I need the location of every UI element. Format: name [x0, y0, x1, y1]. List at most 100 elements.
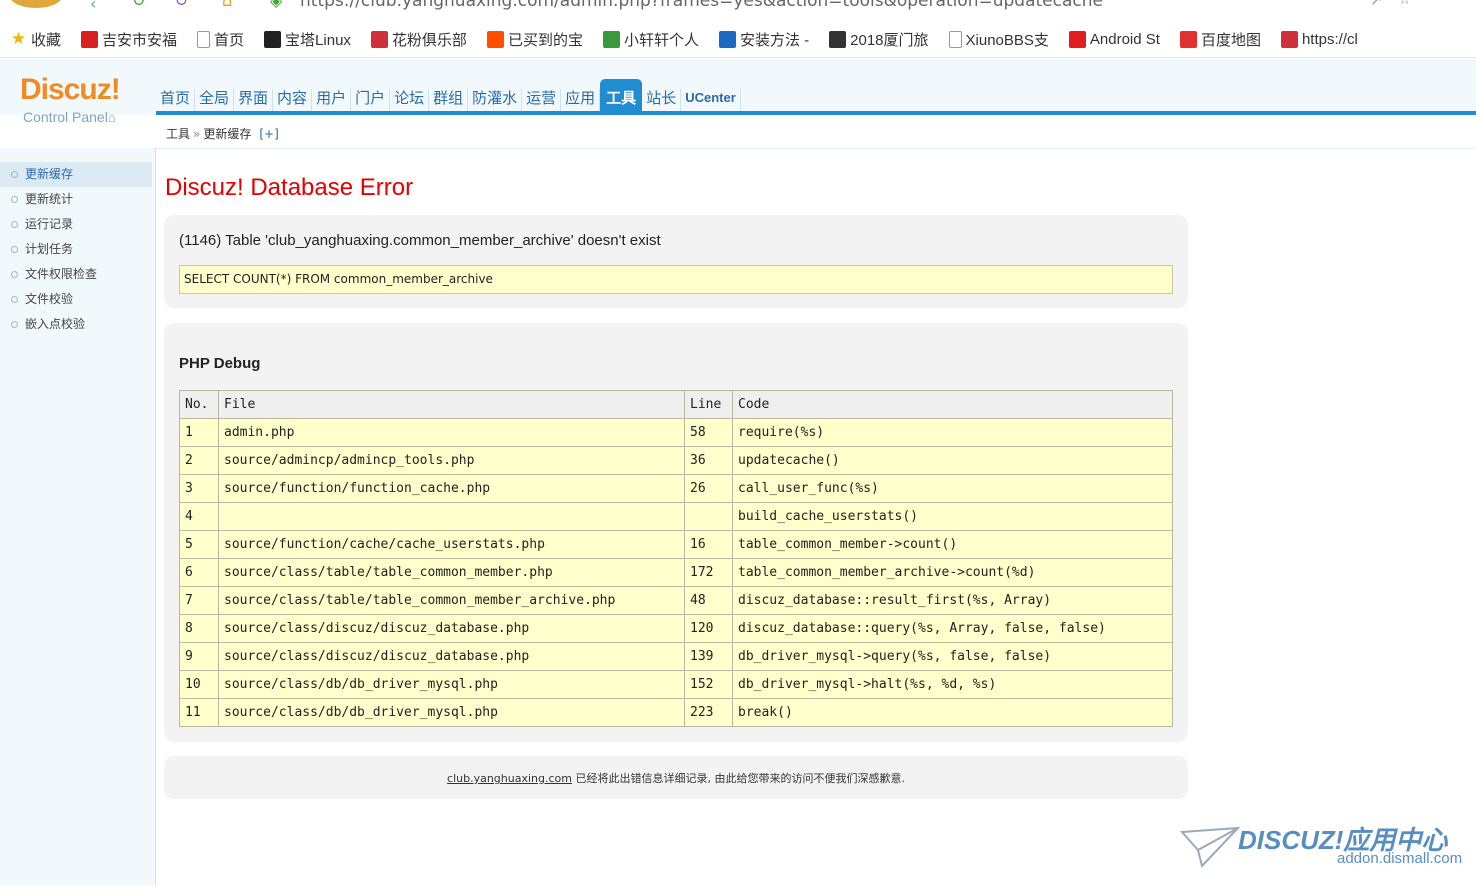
divider — [156, 148, 1476, 149]
share-icon[interactable]: ↗ — [1370, 0, 1383, 9]
cell-file: source/class/db/db_driver_mysql.php — [218, 670, 685, 699]
cell-line: 120 — [684, 614, 733, 643]
cell-line: 139 — [684, 642, 733, 671]
home-icon[interactable]: ⌂ — [222, 0, 232, 10]
col-header-line: Line — [684, 390, 733, 419]
bookmark-item[interactable]: 安装方法 - — [718, 29, 810, 50]
bookmark-label: 已买到的宝 — [507, 31, 583, 49]
cell-file: source/class/db/db_driver_mysql.php — [218, 698, 685, 727]
cell-line: 16 — [684, 530, 733, 559]
bookmark-item[interactable]: 首页 — [197, 29, 244, 50]
cell-file: source/function/function_cache.php — [218, 474, 685, 503]
sidebar-item-label: 更新缓存 — [25, 167, 74, 181]
sidebar-item[interactable]: 文件权限检查 — [0, 262, 152, 287]
bullet-icon — [11, 221, 18, 228]
undo-icon[interactable]: ↺ — [175, 0, 188, 10]
bookmark-label: 百度地图 — [1200, 31, 1261, 49]
bookmark-item[interactable]: Android St — [1068, 30, 1160, 48]
bookmark-label: 2018厦门旅 — [850, 31, 929, 49]
table-row: 6 source/class/table/table_common_member.… — [179, 558, 1173, 587]
bookmark-item[interactable]: 花粉俱乐部 — [370, 29, 467, 50]
huawei-icon — [370, 30, 388, 48]
error-message: (1146) Table 'club_yanghuaxing.common_me… — [179, 232, 661, 249]
bookmark-star-icon[interactable]: ☆ — [1398, 0, 1411, 8]
secure-shield-icon: ◈ — [270, 0, 283, 10]
cell-no: 1 — [179, 418, 219, 447]
add-shortcut-button[interactable]: [+] — [259, 127, 278, 141]
sidebar-item[interactable]: 运行记录 — [0, 212, 152, 237]
footer-panel: club.yanghuaxing.com 已经将此出错信息详细记录, 由此给您带… — [164, 756, 1188, 799]
cell-file: admin.php — [218, 418, 685, 447]
bookmark-item[interactable]: 宝塔Linux — [264, 29, 351, 50]
sidebar-item-label: 更新统计 — [25, 192, 74, 206]
cell-no: 6 — [179, 558, 219, 587]
sidebar-menu: 更新缓存更新统计运行记录计划任务文件权限检查文件校验 嵌入点校验 — [0, 162, 152, 337]
map-pin-icon — [1179, 30, 1197, 48]
table-row: 10 source/class/db/db_driver_mysql.php 152… — [179, 670, 1173, 699]
cell-code: discuz_database::query(%s, Array, false,… — [732, 614, 1173, 643]
bookmark-item[interactable]: 小轩轩个人 — [602, 29, 699, 50]
paper-plane-icon — [1180, 826, 1240, 868]
address-bar[interactable]: ‹ ↻ ↺ ⌂ ◈ https://club.yanghuaxing.com/a… — [0, 0, 1476, 18]
sidebar-item[interactable]: 更新缓存 — [0, 162, 152, 187]
site-icon — [81, 30, 99, 48]
android-icon — [1068, 30, 1086, 48]
sidebar-item[interactable]: 计划任务 — [0, 237, 152, 262]
discuz-logo[interactable]: Discuz! Control Panel⌂ — [20, 73, 121, 126]
bookmark-label: 花粉俱乐部 — [391, 31, 467, 49]
logo-subtitle: Control Panel⌂ — [23, 109, 116, 125]
bookmark-label: Android St — [1089, 30, 1160, 48]
e-icon — [829, 30, 847, 48]
bookmark-item[interactable]: ★ 收藏 — [10, 29, 61, 50]
bookmark-item[interactable]: 2018厦门旅 — [829, 29, 929, 50]
cell-file: source/class/table/table_common_member_a… — [218, 586, 685, 615]
cell-no: 10 — [179, 670, 219, 699]
main-nav: 首页 全局 界面 内容 用户 门户 论坛 群组 防灌水 运营 应用 工具 站长 UCenter — [156, 73, 741, 115]
cell-code: table_common_member_archive->count(%d) — [732, 558, 1173, 587]
sql-query: SELECT COUNT(*) FROM common_member_archi… — [179, 265, 1173, 294]
cell-no: 11 — [179, 698, 219, 727]
bookmark-item[interactable]: 吉安市安福 — [81, 29, 177, 50]
bookmark-label: 收藏 — [31, 31, 62, 49]
cell-file: source/admincp/admincp_tools.php — [218, 446, 685, 475]
nav-item-11[interactable]: 工具 — [600, 79, 643, 115]
sidebar-item[interactable]: 嵌入点校验 — [0, 312, 152, 337]
table-header-row: No. File Line Code — [179, 390, 1173, 419]
sidebar-item[interactable]: 文件校验 — [0, 287, 152, 312]
table-row: 3 source/function/function_cache.php 26 cal… — [179, 474, 1173, 503]
sidebar-item-label: 文件权限检查 — [25, 267, 98, 281]
refresh-icon[interactable]: ↻ — [132, 0, 145, 10]
cell-no: 7 — [179, 586, 219, 615]
url-text[interactable]: https://club.yanghuaxing.com/admin.php?f… — [300, 0, 1103, 11]
nav-underline — [156, 111, 1476, 115]
bookmark-item[interactable]: https://cl — [1280, 30, 1358, 48]
watermark: DISCUZ!应用中心 addon.dismall.com — [1180, 820, 1470, 880]
site-link[interactable]: club.yanghuaxing.com — [447, 772, 572, 785]
browser-chrome: ‹ ↻ ↺ ⌂ ◈ https://club.yanghuaxing.com/a… — [0, 0, 1476, 58]
debug-table: No. File Line Code 1 admin.php 58 require(%… — [179, 390, 1173, 727]
cell-line: 172 — [684, 558, 733, 587]
cell-code: require(%s) — [732, 418, 1173, 447]
logo-subtitle-text: Control Panel — [23, 109, 108, 125]
cell-code: discuz_database::result_first(%s, Array) — [732, 586, 1173, 615]
sidebar-item[interactable]: 更新统计 — [0, 187, 152, 212]
back-icon[interactable]: ‹ — [90, 0, 96, 13]
cell-no: 4 — [179, 502, 219, 531]
cell-code: call_user_func(%s) — [732, 474, 1173, 503]
bookmark-item[interactable]: 百度地图 — [1179, 29, 1261, 50]
cell-line: 26 — [684, 474, 733, 503]
bookmark-item[interactable]: XiunoBBS支 — [948, 29, 1049, 50]
cell-code: db_driver_mysql->query(%s, false, false) — [732, 642, 1173, 671]
sidebar-item-label: 计划任务 — [25, 242, 74, 256]
admin-header: Discuz! Control Panel⌂ 首页 全局 界面 内容 用户 门户 论坛 群组防… — [0, 59, 1476, 126]
bullet-icon — [11, 271, 18, 278]
cell-line: 223 — [684, 698, 733, 727]
bookmark-label: 安装方法 - — [739, 31, 810, 49]
home-icon[interactable]: ⌂ — [108, 110, 116, 125]
bookmark-item[interactable]: 已买到的宝 — [486, 29, 583, 50]
table-row: 7 source/class/table/table_common_member_… — [179, 586, 1173, 615]
logo-title: Discuz! — [20, 73, 121, 106]
cell-code: table_common_member->count() — [732, 530, 1173, 559]
breadcrumb-section[interactable]: 工具 — [166, 127, 190, 141]
browser-logo-icon — [11, 0, 61, 8]
